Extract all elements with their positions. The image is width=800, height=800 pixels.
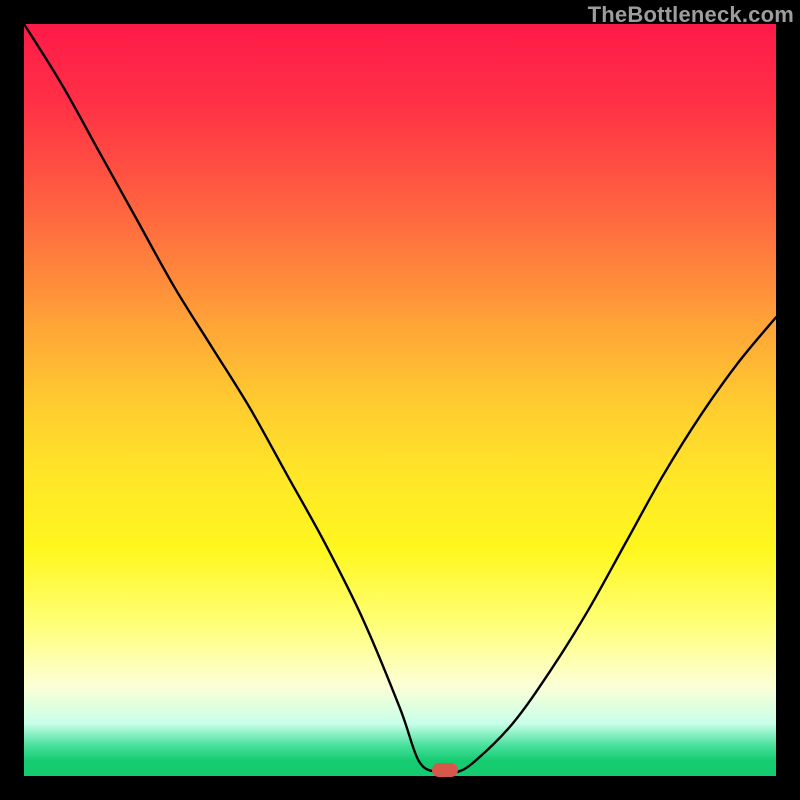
- bottleneck-curve: [24, 24, 776, 776]
- plot-area: [24, 24, 776, 776]
- watermark-text: TheBottleneck.com: [588, 2, 794, 28]
- bottleneck-chart: TheBottleneck.com: [0, 0, 800, 800]
- curve-path: [24, 24, 776, 774]
- optimal-marker: [432, 763, 458, 777]
